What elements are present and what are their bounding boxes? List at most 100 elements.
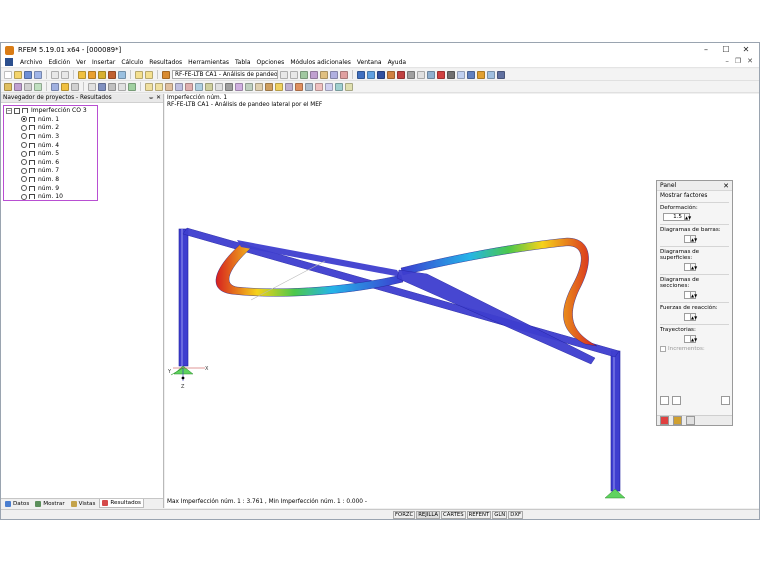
rotate-icon[interactable] (275, 82, 283, 91)
collapse-icon[interactable]: − (6, 107, 12, 114)
factor-input[interactable] (684, 291, 691, 299)
zoom-icon[interactable] (340, 70, 348, 79)
combination-icon[interactable] (185, 82, 193, 91)
view-iso-icon[interactable] (357, 70, 365, 79)
minimize-button[interactable]: – (697, 44, 715, 56)
tree-item[interactable]: núm. 5 (4, 149, 97, 158)
surface-icon[interactable] (34, 82, 42, 91)
module-icon[interactable] (162, 70, 170, 79)
factor-spin-icon[interactable]: ▲▼ (691, 313, 697, 321)
load-member-icon[interactable] (155, 82, 163, 91)
next-case-icon[interactable] (290, 70, 298, 79)
copy-icon[interactable] (255, 82, 263, 91)
connect-icon[interactable] (315, 82, 323, 91)
view-x-icon[interactable] (367, 70, 375, 79)
panel-close-icon[interactable]: ✕ (723, 181, 729, 191)
menu-archivo[interactable]: Archivo (17, 59, 45, 66)
lock-icon[interactable] (721, 396, 730, 405)
status-snap[interactable]: FORZC (393, 510, 416, 519)
zoom-factors-icon[interactable] (672, 396, 681, 405)
undo-icon[interactable] (51, 70, 59, 79)
radio-button[interactable] (21, 150, 27, 157)
menu-tabla[interactable]: Tabla (232, 59, 254, 66)
view-y-icon[interactable] (377, 70, 385, 79)
calculate-icon[interactable] (88, 70, 96, 79)
factor-spin-icon[interactable]: ▲▼ (691, 235, 697, 243)
menu-ventana[interactable]: Ventana (354, 59, 385, 66)
tab-mostrar[interactable]: Mostrar (33, 499, 66, 508)
new-icon[interactable] (4, 70, 12, 79)
set-icon[interactable] (128, 82, 136, 91)
factor-spin-icon[interactable]: ▲▼ (691, 291, 697, 299)
mirror-icon[interactable] (285, 82, 293, 91)
status-dxf[interactable]: DXF (508, 510, 524, 519)
menu-opciones[interactable]: Opciones (254, 59, 288, 66)
coordinate-icon[interactable] (335, 82, 343, 91)
doc-close-icon[interactable]: ✕ (747, 57, 753, 65)
close-button[interactable]: ✕ (737, 44, 755, 56)
factor-input[interactable] (684, 263, 691, 271)
display-factors-icon[interactable] (673, 416, 682, 425)
panel-icon[interactable] (135, 70, 143, 79)
factor-input[interactable] (684, 335, 691, 343)
maximize-button[interactable]: ☐ (717, 44, 735, 56)
radio-button[interactable] (21, 133, 27, 140)
app-menu-icon[interactable] (5, 58, 13, 66)
menu-resultados[interactable]: Resultados (146, 59, 185, 66)
color-scale-icon[interactable] (660, 416, 669, 425)
doc-restore-icon[interactable]: ❐ (735, 57, 741, 65)
opening-icon[interactable] (61, 82, 69, 91)
snap-icon[interactable] (325, 82, 333, 91)
tree-item[interactable]: núm. 7 (4, 167, 97, 176)
factor-input[interactable] (684, 313, 691, 321)
grid-icon[interactable] (145, 70, 153, 79)
values-icon[interactable] (320, 70, 328, 79)
tree-item[interactable]: núm. 2 (4, 124, 97, 133)
table-icon[interactable] (118, 70, 126, 79)
deformation-icon[interactable] (310, 70, 318, 79)
deformation-factor-input[interactable]: 1.5 (663, 213, 685, 221)
deformation-spin-icon[interactable]: ▲▼ (685, 213, 691, 221)
navigator-close-icon[interactable]: ✕ (156, 94, 161, 103)
line-icon[interactable] (14, 82, 22, 91)
increments-checkbox[interactable] (660, 346, 666, 352)
comment-icon[interactable] (215, 82, 223, 91)
factor-spin-icon[interactable]: ▲▼ (691, 263, 697, 271)
tree-item[interactable]: núm. 9 (4, 184, 97, 193)
open-icon[interactable] (14, 70, 22, 79)
save-icon[interactable] (24, 70, 32, 79)
print-icon[interactable] (34, 70, 42, 79)
status-object-snap[interactable]: REFENT (466, 510, 492, 519)
radio-button[interactable] (21, 167, 27, 174)
tree-item[interactable]: núm. 3 (4, 132, 97, 141)
move-icon[interactable] (265, 82, 273, 91)
animation-icon[interactable] (330, 70, 338, 79)
status-cartesian[interactable]: CARTES (441, 510, 466, 519)
radio-button[interactable] (21, 176, 27, 183)
color-icon[interactable] (477, 70, 485, 79)
show-icon[interactable] (457, 70, 465, 79)
previous-case-icon[interactable] (280, 70, 288, 79)
imperfection-icon[interactable] (175, 82, 183, 91)
menu-modulos[interactable]: Módulos adicionales (287, 59, 354, 66)
tab-vistas[interactable]: Vistas (69, 499, 98, 508)
dimension-icon[interactable] (205, 82, 213, 91)
view-z-icon[interactable] (387, 70, 395, 79)
radio-button[interactable] (21, 159, 27, 166)
tree-item[interactable]: núm. 1 (4, 115, 97, 124)
section-icon[interactable] (98, 82, 106, 91)
model-icon[interactable] (78, 70, 86, 79)
scale-icon[interactable] (295, 82, 303, 91)
radio-button[interactable] (21, 142, 27, 149)
tree-item[interactable]: núm. 10 (4, 192, 97, 201)
mesh-icon[interactable] (195, 82, 203, 91)
edit-factors-icon[interactable] (660, 396, 669, 405)
radio-button[interactable] (21, 124, 27, 131)
tree-item[interactable]: núm. 4 (4, 141, 97, 150)
select-icon[interactable] (417, 70, 425, 79)
status-guidelines[interactable]: GLN (492, 510, 508, 519)
workplane-icon[interactable] (345, 82, 353, 91)
results-on-icon[interactable] (300, 70, 308, 79)
menu-edicion[interactable]: Edición (45, 59, 73, 66)
divide-icon[interactable] (305, 82, 313, 91)
